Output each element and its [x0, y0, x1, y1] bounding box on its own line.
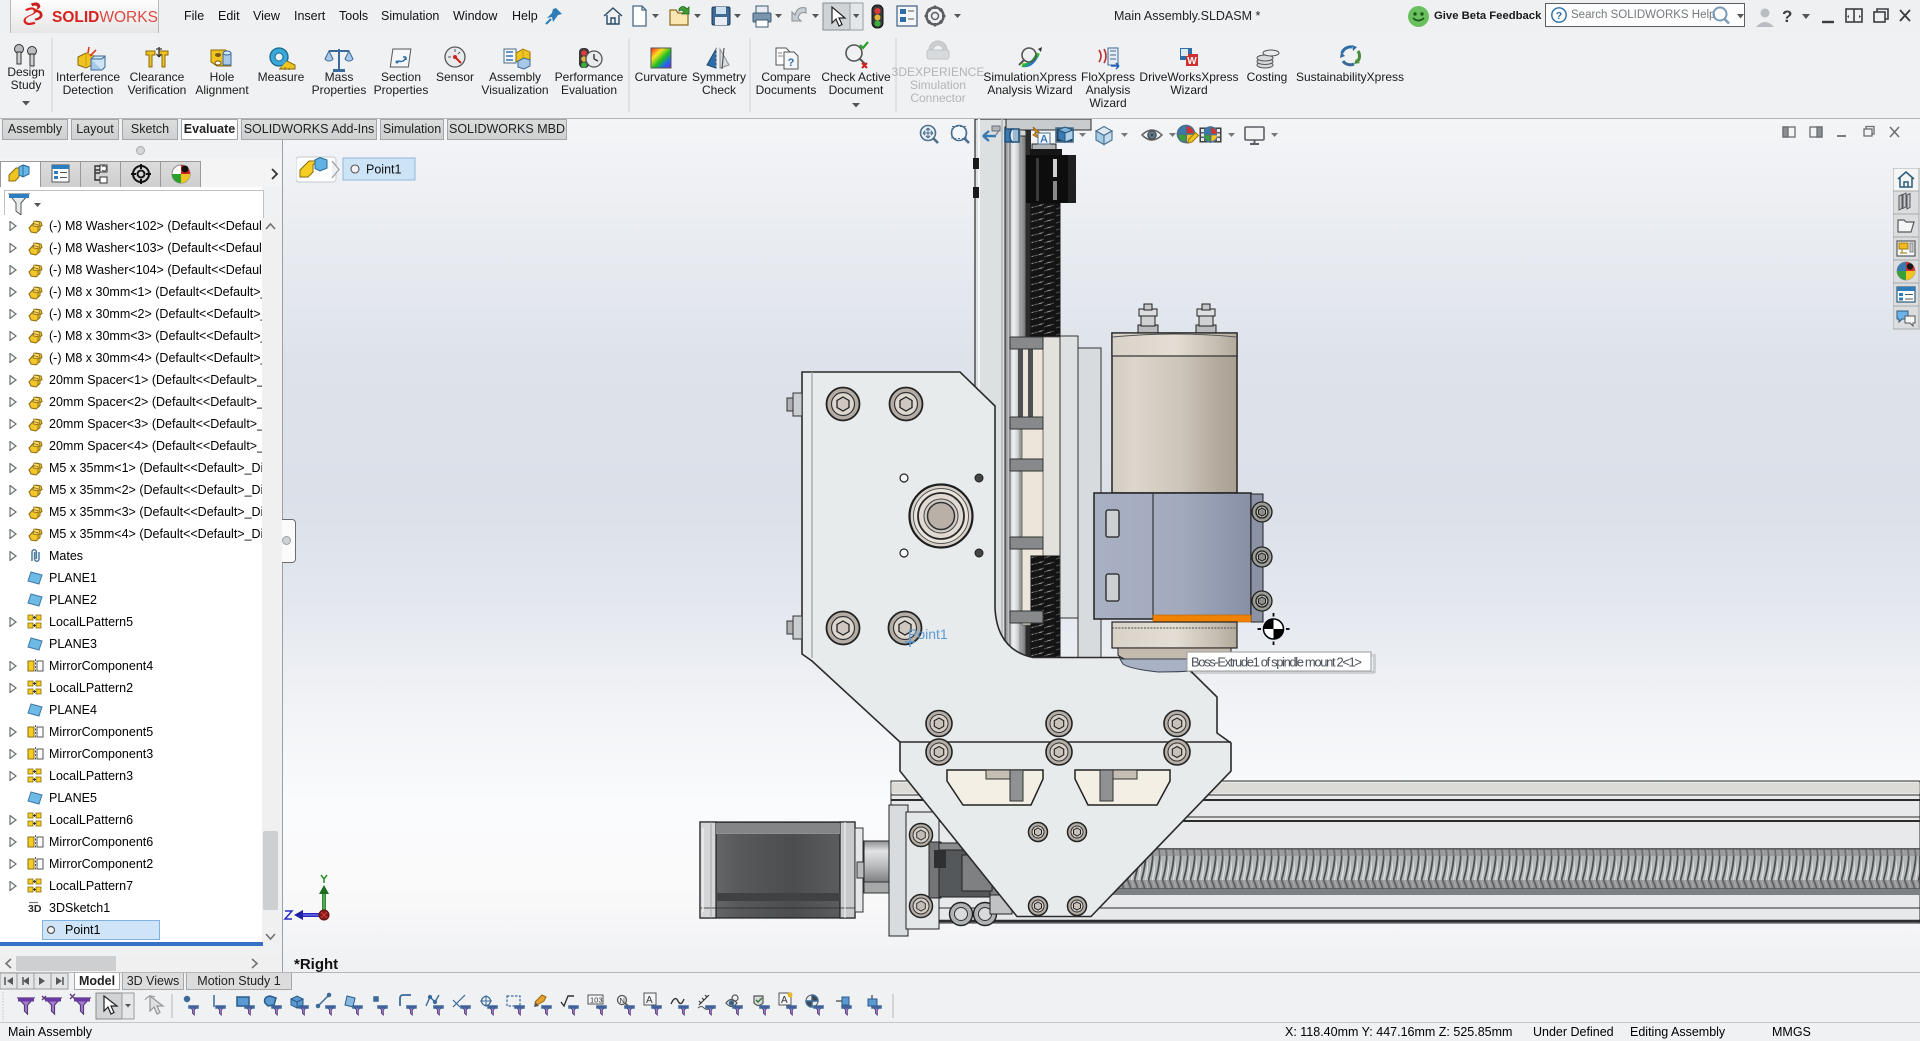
svg-text:FloXpress: FloXpress	[1081, 70, 1135, 84]
svg-text:Point1: Point1	[366, 163, 401, 177]
svg-text:Section: Section	[381, 70, 421, 84]
svg-text:A: A	[1040, 134, 1048, 146]
svg-text:SOLIDWORKS: SOLIDWORKS	[52, 9, 158, 26]
svg-text:Simulation: Simulation	[910, 78, 966, 92]
svg-text:Study: Study	[11, 78, 42, 92]
svg-text:Costing: Costing	[1247, 70, 1288, 84]
svg-text:Check: Check	[702, 83, 737, 97]
svg-text:Hole: Hole	[210, 70, 235, 84]
svg-text:?: ?	[788, 57, 795, 69]
svg-text:Mass: Mass	[325, 70, 354, 84]
svg-text:Verification: Verification	[128, 83, 187, 97]
svg-text:Wizard: Wizard	[1170, 83, 1207, 97]
svg-text:Measure: Measure	[258, 70, 305, 84]
svg-text:Wizard: Wizard	[1089, 96, 1126, 110]
svg-text:Compare: Compare	[761, 70, 811, 84]
svg-text:Detection: Detection	[63, 83, 114, 97]
svg-text:Properties: Properties	[374, 83, 429, 97]
svg-text:Interference: Interference	[56, 70, 120, 84]
svg-text:Boss-Extrude1 of spindle mount: Boss-Extrude1 of spindle mount 2<1>	[1191, 655, 1362, 670]
svg-text:Symmetry: Symmetry	[692, 70, 746, 84]
svg-text:Assembly: Assembly	[489, 70, 541, 84]
svg-text:Sensor: Sensor	[436, 70, 474, 84]
svg-text:A: A	[781, 995, 788, 1006]
svg-text:Document: Document	[829, 83, 884, 97]
svg-text:Documents: Documents	[756, 83, 817, 97]
svg-text:Performance: Performance	[555, 70, 624, 84]
svg-text:SustainabilityXpress: SustainabilityXpress	[1296, 70, 1404, 84]
svg-text:*Right: *Right	[294, 956, 338, 972]
svg-text:SimulationXpress: SimulationXpress	[983, 70, 1076, 84]
svg-text:Design: Design	[7, 65, 44, 79]
svg-text:Visualization: Visualization	[481, 83, 548, 97]
svg-text:3D: 3D	[28, 903, 42, 915]
svg-text:Analysis Wizard: Analysis Wizard	[987, 83, 1072, 97]
svg-text:A: A	[646, 995, 653, 1006]
svg-text:N: N	[620, 996, 625, 1005]
svg-text:103: 103	[590, 996, 603, 1005]
svg-text:W: W	[1187, 56, 1197, 67]
svg-text:?: ?	[1556, 10, 1562, 22]
svg-text:DriveWorksXpress: DriveWorksXpress	[1139, 70, 1238, 84]
svg-text:Clearance: Clearance	[130, 70, 185, 84]
svg-text:Connector: Connector	[910, 91, 965, 105]
svg-text:Alignment: Alignment	[195, 83, 249, 97]
svg-text:Check Active: Check Active	[821, 70, 891, 84]
svg-text:Evaluation: Evaluation	[561, 83, 617, 97]
svg-text:Curvature: Curvature	[635, 70, 688, 84]
svg-text:3DEXPERIENCE: 3DEXPERIENCE	[892, 65, 985, 79]
svg-text:Properties: Properties	[312, 83, 367, 97]
svg-text:Point1: Point1	[908, 626, 948, 642]
svg-text:Analysis: Analysis	[1086, 83, 1131, 97]
